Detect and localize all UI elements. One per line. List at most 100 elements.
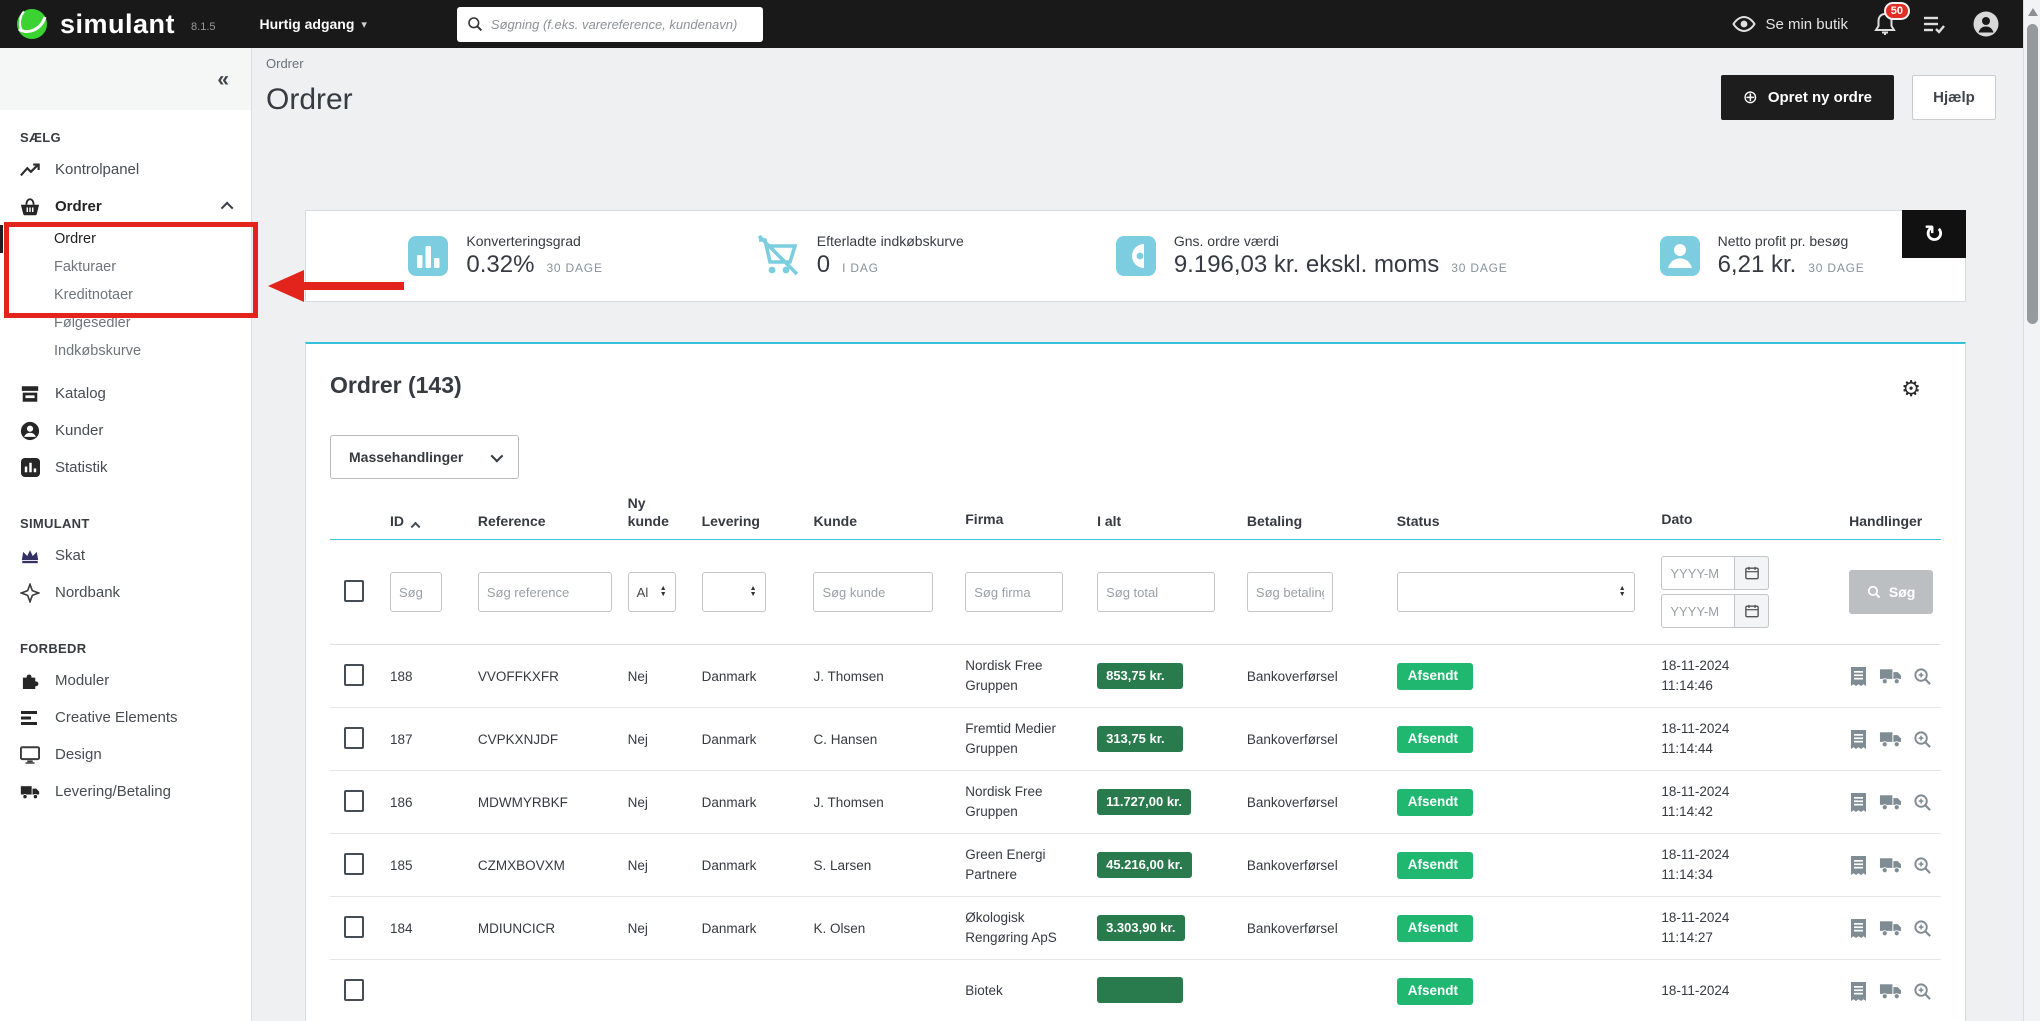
zoom-in-icon[interactable] [1913, 793, 1932, 812]
sidebar-item-nordbank[interactable]: Nordbank [0, 574, 251, 611]
orders-panel-title: Ordrer (143) [330, 372, 462, 398]
sidebar-item-katalog[interactable]: Katalog [0, 375, 251, 412]
delivery-truck-icon[interactable] [1879, 982, 1902, 1000]
filter-date-from-input[interactable] [1661, 556, 1736, 590]
filter-id-input[interactable] [389, 572, 442, 612]
chevron-down-icon [490, 449, 504, 462]
sort-asc-icon [410, 521, 421, 532]
column-header-reference[interactable]: Reference [466, 513, 616, 531]
column-header-firma[interactable]: Firma [953, 509, 1085, 530]
select-all-checkbox[interactable] [344, 579, 364, 602]
filter-date-to-input[interactable] [1661, 594, 1736, 628]
row-checkbox[interactable] [344, 726, 364, 749]
sidebar: SÆLG Kontrolpanel Ordrer Ordrer Fakturae… [0, 48, 252, 1021]
sidebar-item-ordrer[interactable]: Ordrer [0, 188, 251, 225]
row-checkbox[interactable] [344, 852, 364, 875]
table-row[interactable]: 187 CVPKXNJDF Nej Danmark C. Hansen Frem… [330, 708, 1941, 771]
scrollbar-thumb[interactable] [2027, 24, 2038, 324]
row-checkbox[interactable] [344, 915, 364, 938]
table-row[interactable]: Biotek Afsendt 18-11-2024 [330, 960, 1941, 1021]
zoom-in-icon[interactable] [1913, 982, 1932, 1001]
receipt-icon[interactable] [1849, 729, 1868, 750]
receipt-icon[interactable] [1849, 981, 1868, 1002]
zoom-in-icon[interactable] [1913, 667, 1932, 686]
column-header-ny-kunde[interactable]: Ny kunde [616, 495, 690, 530]
brand-name: simulant [60, 8, 176, 39]
scrollbar[interactable] [2023, 0, 2040, 1021]
table-row[interactable]: 188 VVOFFKXFR Nej Danmark J. Thomsen Nor… [330, 645, 1941, 708]
profile-button[interactable] [1972, 10, 2000, 38]
submenu-item-indkobskurve[interactable]: Indkøbskurve [0, 337, 251, 365]
section-title-forbedr: FORBEDR [20, 641, 87, 656]
zoom-in-icon[interactable] [1913, 856, 1932, 875]
global-search-input[interactable] [490, 16, 753, 32]
total-badge: 3.303,90 kr. [1097, 915, 1185, 941]
calendar-icon[interactable] [1735, 556, 1770, 590]
kpi-label: Gns. ordre værdi [1173, 233, 1279, 249]
quick-access-menu[interactable]: Hurtig adgang [260, 16, 367, 32]
column-header-betaling[interactable]: Betaling [1235, 513, 1385, 531]
filter-company-input[interactable] [965, 572, 1064, 612]
sidebar-item-statistik[interactable]: Statistik [0, 449, 251, 486]
view-shop-link[interactable]: Se min butik [1732, 16, 1848, 33]
sidebar-item-moduler[interactable]: Moduler [0, 662, 251, 699]
global-search[interactable] [456, 6, 763, 42]
filter-payment-input[interactable] [1246, 572, 1333, 612]
sidebar-item-levering-betaling[interactable]: Levering/Betaling [0, 773, 251, 810]
column-header-levering[interactable]: Levering [690, 513, 802, 531]
filter-search-button[interactable]: Søg [1849, 570, 1934, 614]
delivery-truck-icon[interactable] [1879, 856, 1902, 874]
scroll-up-arrow-icon[interactable] [2028, 8, 2038, 16]
truck-icon [20, 782, 40, 802]
help-button[interactable]: Hjælp [1912, 75, 1996, 120]
sort-carets-icon [1619, 586, 1626, 598]
create-order-button[interactable]: Opret ny ordre [1720, 75, 1894, 120]
notifications-button[interactable]: 50 [1874, 2, 1910, 36]
column-header-ialt[interactable]: I alt [1085, 513, 1235, 531]
status-badge: Afsendt [1396, 851, 1473, 879]
sidebar-collapse-button[interactable] [217, 69, 229, 90]
row-checkbox[interactable] [344, 978, 364, 1001]
column-header-dato[interactable]: Dato [1649, 509, 1837, 530]
filter-reference-input[interactable] [477, 572, 612, 612]
receipt-icon[interactable] [1849, 792, 1868, 813]
sidebar-item-design[interactable]: Design [0, 736, 251, 773]
orders-list-button[interactable] [1922, 14, 1946, 34]
receipt-icon[interactable] [1849, 918, 1868, 939]
bulk-actions-button[interactable]: Massehandlinger [330, 435, 520, 479]
filter-total-input[interactable] [1097, 572, 1216, 612]
sidebar-item-kontrolpanel[interactable]: Kontrolpanel [0, 151, 251, 188]
refresh-kpis-button[interactable] [1902, 210, 1966, 258]
delivery-truck-icon[interactable] [1879, 730, 1902, 748]
table-row[interactable]: 186 MDWMYRBKF Nej Danmark J. Thomsen Nor… [330, 771, 1941, 834]
row-checkbox[interactable] [344, 663, 364, 686]
calendar-icon[interactable] [1735, 594, 1770, 628]
planet-logo-icon [17, 9, 47, 39]
sidebar-item-creative-elements[interactable]: Creative Elements [0, 699, 251, 736]
zoom-in-icon[interactable] [1913, 730, 1932, 749]
filter-customer-input[interactable] [813, 572, 934, 612]
column-header-kunde[interactable]: Kunde [801, 513, 953, 531]
table-row[interactable]: 184 MDIUNCICR Nej Danmark K. Olsen Økolo… [330, 897, 1941, 960]
cell-new-customer: Nej [627, 794, 648, 810]
receipt-icon[interactable] [1849, 855, 1868, 876]
create-order-label: Opret ny ordre [1767, 89, 1872, 106]
delivery-truck-icon[interactable] [1879, 667, 1902, 685]
brand[interactable]: simulant 8.1.5 [0, 8, 216, 40]
filter-status-select[interactable] [1396, 572, 1635, 612]
column-header-status[interactable]: Status [1385, 513, 1650, 531]
delivery-truck-icon[interactable] [1879, 793, 1902, 811]
filter-delivery-select[interactable] [701, 572, 766, 612]
gear-icon[interactable] [1901, 376, 1921, 402]
filter-new-customer-select[interactable]: Al [627, 572, 676, 612]
zoom-in-icon[interactable] [1913, 919, 1932, 938]
sidebar-item-skat[interactable]: Skat [0, 537, 251, 574]
delivery-truck-icon[interactable] [1879, 919, 1902, 937]
table-row[interactable]: 185 CZMXBOVXM Nej Danmark S. Larsen Gree… [330, 834, 1941, 897]
sidebar-item-kunder[interactable]: Kunder [0, 412, 251, 449]
coin-icon [1114, 234, 1158, 278]
column-header-id[interactable]: ID [378, 513, 466, 532]
receipt-icon[interactable] [1849, 666, 1868, 687]
total-badge: 11.727,00 kr. [1097, 789, 1192, 815]
row-checkbox[interactable] [344, 789, 364, 812]
